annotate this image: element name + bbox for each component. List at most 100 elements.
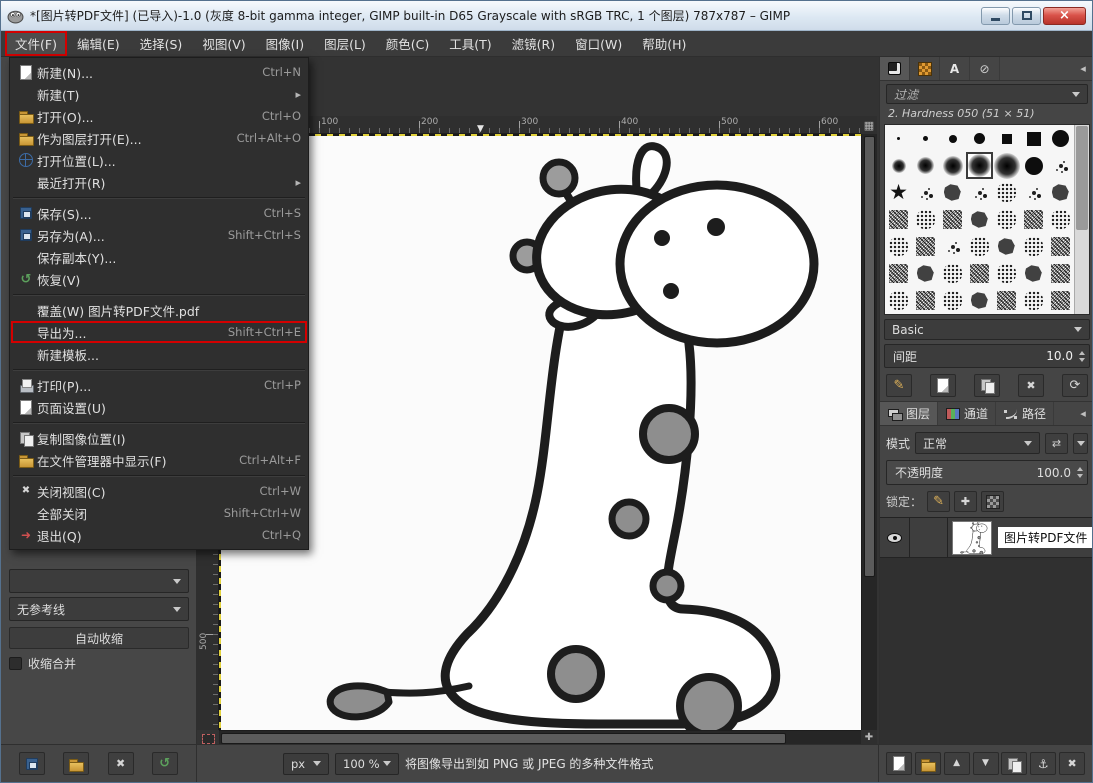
menubar-item-2[interactable]: 选择(S): [130, 31, 193, 56]
brush-cell-selected[interactable]: [966, 152, 993, 179]
fonts-tab[interactable]: [940, 57, 970, 80]
file-menu-item-4[interactable]: 打开位置(L)...: [11, 149, 307, 171]
menubar-item-9[interactable]: 窗口(W): [565, 31, 632, 56]
image-canvas[interactable]: [219, 134, 861, 730]
close-button[interactable]: ×: [1043, 7, 1086, 25]
file-menu-item-23[interactable]: 全部关闭Shift+Ctrl+W: [11, 502, 307, 524]
brush-cell[interactable]: [993, 125, 1020, 152]
lower-layer-button[interactable]: [973, 752, 999, 775]
file-menu-item-13[interactable]: 导出为...Shift+Ctrl+E: [11, 321, 307, 343]
delete-layer-button[interactable]: [1059, 752, 1085, 775]
brush-cell[interactable]: [966, 233, 993, 260]
lock-position-button[interactable]: [954, 491, 977, 512]
menubar-item-6[interactable]: 颜色(C): [376, 31, 439, 56]
brush-cell[interactable]: [993, 287, 1020, 314]
brush-grid-scrollbar-thumb[interactable]: [1076, 126, 1088, 230]
delete-tool-options-button[interactable]: [108, 752, 134, 775]
brush-dock-menu-button[interactable]: [1072, 57, 1093, 80]
brush-cell[interactable]: [939, 179, 966, 206]
menubar-item-10[interactable]: 帮助(H): [632, 31, 696, 56]
file-menu-item-22[interactable]: 关闭视图(C)Ctrl+W: [11, 480, 307, 502]
file-menu-item-19[interactable]: 复制图像位置(I): [11, 427, 307, 449]
brush-cell[interactable]: [885, 125, 912, 152]
file-menu-item-20[interactable]: 在文件管理器中显示(F)Ctrl+Alt+F: [11, 449, 307, 471]
brush-spacing-slider[interactable]: 间距 10.0: [884, 344, 1090, 368]
brush-cell[interactable]: [939, 260, 966, 287]
spacing-spinner[interactable]: [1079, 351, 1085, 362]
mode-switch-button[interactable]: [1045, 433, 1068, 454]
shrink-merged-checkbox[interactable]: 收缩合并: [9, 655, 189, 672]
minimize-button[interactable]: [981, 7, 1010, 25]
brush-cell[interactable]: [1047, 206, 1074, 233]
patterns-tab[interactable]: [910, 57, 940, 80]
unit-dropdown[interactable]: px: [283, 753, 329, 775]
file-menu-item-9[interactable]: 保存副本(Y)...: [11, 246, 307, 268]
brush-cell[interactable]: [912, 260, 939, 287]
brush-cell[interactable]: [912, 287, 939, 314]
delete-brush-button[interactable]: [1018, 374, 1044, 397]
brush-cell[interactable]: [993, 260, 1020, 287]
document-history-tab[interactable]: [970, 57, 1000, 80]
brush-cell[interactable]: [885, 152, 912, 179]
menubar-item-0[interactable]: 文件(F): [5, 31, 67, 56]
brush-cell[interactable]: [939, 152, 966, 179]
tab-paths[interactable]: 路径: [996, 402, 1054, 425]
brush-tag-dropdown[interactable]: Basic: [884, 319, 1090, 340]
brush-cell[interactable]: [939, 206, 966, 233]
brush-cell[interactable]: [966, 125, 993, 152]
file-menu-item-3[interactable]: 作为图层打开(E)...Ctrl+Alt+O: [11, 127, 307, 149]
menubar-item-5[interactable]: 图层(L): [314, 31, 376, 56]
brush-cell[interactable]: [1020, 152, 1047, 179]
horizontal-ruler[interactable]: ▼100200300400500600: [219, 116, 861, 134]
refresh-brushes-button[interactable]: [1062, 374, 1088, 397]
brush-cell[interactable]: [1047, 260, 1074, 287]
layer-visibility-toggle[interactable]: [880, 518, 910, 558]
brush-cell[interactable]: [912, 233, 939, 260]
restore-tool-options-button[interactable]: [63, 752, 89, 775]
mode-dropdown[interactable]: 正常: [915, 432, 1040, 454]
anchor-layer-button[interactable]: [1030, 752, 1056, 775]
vertical-scrollbar-thumb[interactable]: [864, 136, 875, 577]
brush-cell[interactable]: [885, 206, 912, 233]
file-menu-item-2[interactable]: 打开(O)...Ctrl+O: [11, 105, 307, 127]
brush-cell[interactable]: [912, 179, 939, 206]
brush-cell[interactable]: [1047, 233, 1074, 260]
layer-thumbnail[interactable]: [952, 521, 992, 555]
menubar-item-7[interactable]: 工具(T): [439, 31, 501, 56]
brush-cell[interactable]: [1047, 125, 1074, 152]
brush-cell[interactable]: [1020, 233, 1047, 260]
opacity-spinner[interactable]: [1077, 467, 1083, 478]
layer-link-cell[interactable]: [910, 518, 948, 558]
file-menu-item-7[interactable]: 保存(S)...Ctrl+S: [11, 202, 307, 224]
brush-cell[interactable]: [1020, 287, 1047, 314]
mode-options-button[interactable]: [1073, 433, 1088, 454]
file-menu-item-17[interactable]: 页面设置(U): [11, 396, 307, 418]
maximize-button[interactable]: [1012, 7, 1041, 25]
tab-layers[interactable]: 图层: [880, 402, 938, 425]
brush-cell[interactable]: [939, 287, 966, 314]
brush-cell[interactable]: [966, 206, 993, 233]
zoom-dropdown[interactable]: 100 %: [335, 753, 399, 775]
brush-cell[interactable]: [1047, 287, 1074, 314]
raise-layer-button[interactable]: [944, 752, 970, 775]
file-menu-item-10[interactable]: 恢复(V): [11, 268, 307, 290]
file-menu-item-12[interactable]: 覆盖(W) 图片转PDF文件.pdf: [11, 299, 307, 321]
duplicate-layer-button[interactable]: [1001, 752, 1027, 775]
layer-row[interactable]: 图片转PDF文件: [880, 518, 1093, 558]
reset-tool-options-button[interactable]: [152, 752, 178, 775]
brush-cell[interactable]: [939, 125, 966, 152]
menubar-item-8[interactable]: 滤镜(R): [502, 31, 565, 56]
brush-cell[interactable]: [1020, 125, 1047, 152]
file-menu-item-14[interactable]: 新建模板...: [11, 343, 307, 365]
canvas-corner-button[interactable]: [861, 116, 877, 134]
brush-cell[interactable]: [912, 206, 939, 233]
menubar-item-4[interactable]: 图像(I): [256, 31, 314, 56]
brush-cell[interactable]: [993, 206, 1020, 233]
duplicate-brush-button[interactable]: [974, 374, 1000, 397]
guides-dropdown[interactable]: 无参考线: [9, 597, 189, 621]
brush-cell[interactable]: [993, 179, 1020, 206]
brush-cell[interactable]: [912, 152, 939, 179]
save-tool-options-button[interactable]: [19, 752, 45, 775]
brush-cell[interactable]: [993, 152, 1020, 179]
file-menu-item-1[interactable]: 新建(T)▸: [11, 83, 307, 105]
